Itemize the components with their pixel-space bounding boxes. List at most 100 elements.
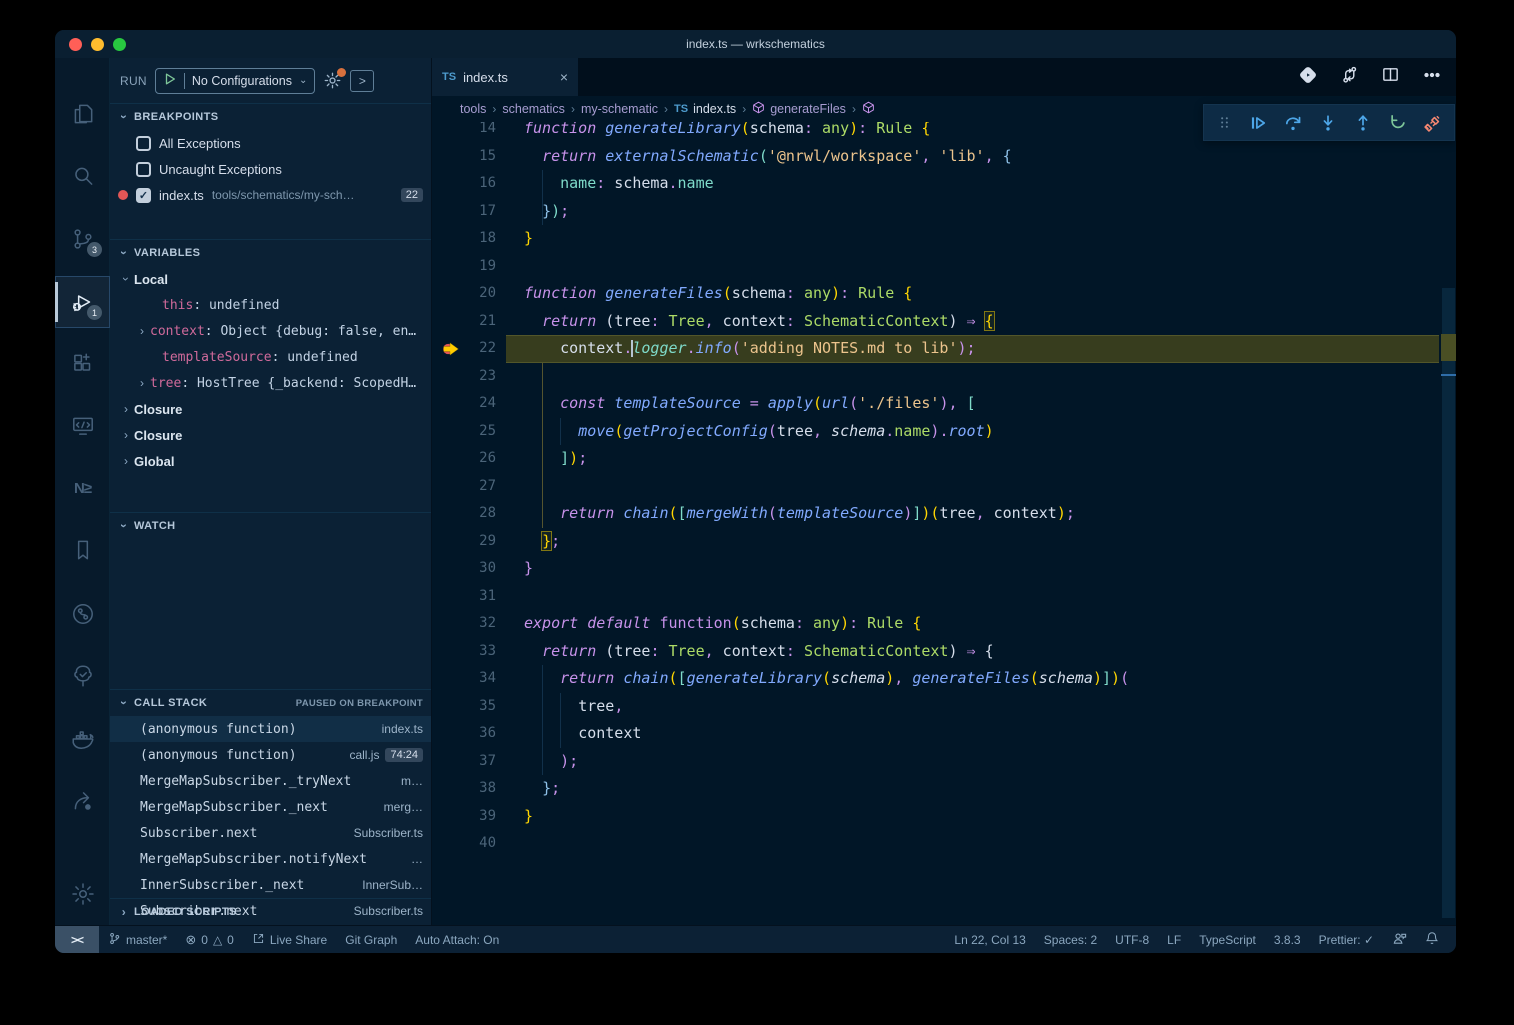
- code-line-31[interactable]: 31: [432, 583, 1456, 611]
- code-line-26[interactable]: 26 ]);: [432, 445, 1456, 473]
- line-number[interactable]: 21: [432, 308, 496, 336]
- prettier-status[interactable]: Prettier: ✓: [1310, 926, 1383, 953]
- activity-extensions-icon[interactable]: [55, 338, 110, 390]
- code-line-32[interactable]: 32export default function(schema: any): …: [432, 610, 1456, 638]
- split-editor-button[interactable]: [1381, 65, 1400, 89]
- breadcrumb-item[interactable]: tools: [460, 102, 486, 116]
- git-branch-status[interactable]: master*: [99, 926, 176, 953]
- code-line-28[interactable]: 28 return chain([mergeWith(templateSourc…: [432, 500, 1456, 528]
- variable-row[interactable]: ›Closure: [110, 422, 431, 448]
- chevron-icon[interactable]: ›: [120, 402, 132, 416]
- line-number[interactable]: 39: [432, 803, 496, 831]
- step-out-button[interactable]: [1354, 114, 1372, 132]
- step-over-button[interactable]: [1284, 114, 1302, 132]
- call-stack-frame[interactable]: MergeMapSubscriber._nextmerg…: [110, 794, 431, 820]
- breadcrumb-item[interactable]: my-schematic: [581, 102, 658, 116]
- line-number[interactable]: 29: [432, 528, 496, 556]
- line-number[interactable]: 16: [432, 170, 496, 198]
- breakpoint-dot-icon[interactable]: [118, 190, 128, 200]
- drag-handle[interactable]: [1217, 115, 1232, 130]
- code-line-33[interactable]: 33 return (tree: Tree, context: Schemati…: [432, 638, 1456, 666]
- chevron-icon[interactable]: ›: [136, 324, 148, 338]
- line-number[interactable]: 25: [432, 418, 496, 446]
- code-line-25[interactable]: 25 move(getProjectConfig(tree, schema.na…: [432, 418, 1456, 446]
- call-stack-frame[interactable]: (anonymous function)index.ts: [110, 716, 431, 742]
- line-number[interactable]: 30: [432, 555, 496, 583]
- problems-status[interactable]: ⊗0△0: [176, 926, 243, 953]
- run-or-debug-button[interactable]: [1298, 65, 1318, 90]
- start-debug-icon[interactable]: [163, 72, 177, 89]
- code-line-15[interactable]: 15 return externalSchematic('@nrwl/works…: [432, 143, 1456, 171]
- breakpoint-row[interactable]: ✓index.tstools/schematics/my-sch…22: [110, 182, 431, 208]
- activity-explorer-icon[interactable]: [55, 88, 110, 140]
- eol-status[interactable]: LF: [1158, 926, 1190, 953]
- line-number[interactable]: 36: [432, 720, 496, 748]
- line-number[interactable]: 32: [432, 610, 496, 638]
- code-line-34[interactable]: 34 return chain([generateLibrary(schema)…: [432, 665, 1456, 693]
- code-line-35[interactable]: 35 tree,: [432, 693, 1456, 721]
- close-tab-icon[interactable]: ×: [560, 69, 568, 85]
- continue-button[interactable]: [1249, 114, 1267, 132]
- variable-row[interactable]: ›Global: [110, 448, 431, 474]
- indentation-status[interactable]: Spaces: 2: [1035, 926, 1106, 953]
- breadcrumb-item[interactable]: generateFiles: [752, 101, 846, 117]
- line-number[interactable]: 28: [432, 500, 496, 528]
- activity-remote-explorer-icon[interactable]: [55, 400, 110, 452]
- variable-row[interactable]: ›tree: HostTree {_backend: ScopedH…: [110, 370, 431, 396]
- compare-changes-button[interactable]: [1340, 65, 1359, 89]
- breakpoint-row[interactable]: All Exceptions: [110, 130, 431, 156]
- git-graph-status[interactable]: Git Graph: [336, 926, 406, 953]
- activity-gitlens-icon[interactable]: [55, 588, 110, 640]
- debug-settings-button[interactable]: [323, 71, 342, 90]
- feedback-icon[interactable]: [1383, 926, 1416, 953]
- call-stack-frame[interactable]: MergeMapSubscriber._tryNextm…: [110, 768, 431, 794]
- language-status[interactable]: TypeScript: [1190, 926, 1265, 953]
- code-line-38[interactable]: 38 };: [432, 775, 1456, 803]
- section-header-call-stack[interactable]: ›CALL STACKPAUSED ON BREAKPOINT: [110, 690, 431, 716]
- minimize-window-button[interactable]: [91, 38, 104, 51]
- line-number[interactable]: 40: [432, 830, 496, 858]
- line-number[interactable]: 35: [432, 693, 496, 721]
- variable-row[interactable]: templateSource: undefined: [110, 344, 431, 370]
- breakpoint-row[interactable]: Uncaught Exceptions: [110, 156, 431, 182]
- call-stack-frame[interactable]: Subscriber.nextSubscriber.ts: [110, 820, 431, 846]
- activity-settings-gear-icon[interactable]: [55, 868, 110, 920]
- code-line-36[interactable]: 36 context: [432, 720, 1456, 748]
- code-line-27[interactable]: 27: [432, 473, 1456, 501]
- breakpoint-checkbox[interactable]: ✓: [136, 188, 151, 203]
- call-stack-frame[interactable]: MergeMapSubscriber.notifyNext…: [110, 846, 431, 872]
- close-window-button[interactable]: [69, 38, 82, 51]
- variable-row[interactable]: ›Local: [110, 266, 431, 292]
- auto-attach-status[interactable]: Auto Attach: On: [406, 926, 508, 953]
- breakpoint-checkbox[interactable]: [136, 162, 151, 177]
- line-number[interactable]: 33: [432, 638, 496, 666]
- breakpoint-checkbox[interactable]: [136, 136, 151, 151]
- line-number[interactable]: 17: [432, 198, 496, 226]
- live-share-status[interactable]: Live Share: [243, 926, 336, 953]
- line-number[interactable]: 37: [432, 748, 496, 776]
- launch-configuration-dropdown[interactable]: No Configurations ⌄: [155, 68, 315, 94]
- ts-version-status[interactable]: 3.8.3: [1265, 926, 1310, 953]
- call-stack-frame[interactable]: (anonymous function)call.js74:24: [110, 742, 431, 768]
- line-number[interactable]: 19: [432, 253, 496, 281]
- code-line-23[interactable]: 23: [432, 363, 1456, 391]
- activity-bookmarks-icon[interactable]: [55, 524, 110, 576]
- tab-index-ts[interactable]: TS index.ts ×: [432, 58, 578, 96]
- code-line-22[interactable]: 22 context.logger.info('adding NOTES.md …: [432, 335, 1456, 363]
- activity-docker-icon[interactable]: [55, 713, 110, 765]
- activity-run-debug-icon[interactable]: 1: [55, 276, 110, 328]
- maximize-window-button[interactable]: [113, 38, 126, 51]
- line-number[interactable]: 27: [432, 473, 496, 501]
- variable-row[interactable]: ›context: Object {debug: false, en…: [110, 318, 431, 344]
- code-line-20[interactable]: 20function generateFiles(schema: any): R…: [432, 280, 1456, 308]
- line-number[interactable]: 23: [432, 363, 496, 391]
- code-line-19[interactable]: 19: [432, 253, 1456, 281]
- chevron-icon[interactable]: ›: [120, 428, 132, 442]
- section-header-loaded-scripts[interactable]: ›LOADED SCRIPTS: [110, 899, 431, 925]
- line-number[interactable]: 14: [432, 122, 496, 143]
- line-number[interactable]: 20: [432, 280, 496, 308]
- remote-indicator[interactable]: ><: [55, 926, 99, 953]
- section-header-watch[interactable]: ›WATCH: [110, 513, 431, 539]
- chevron-icon[interactable]: ›: [120, 454, 132, 468]
- line-number[interactable]: 18: [432, 225, 496, 253]
